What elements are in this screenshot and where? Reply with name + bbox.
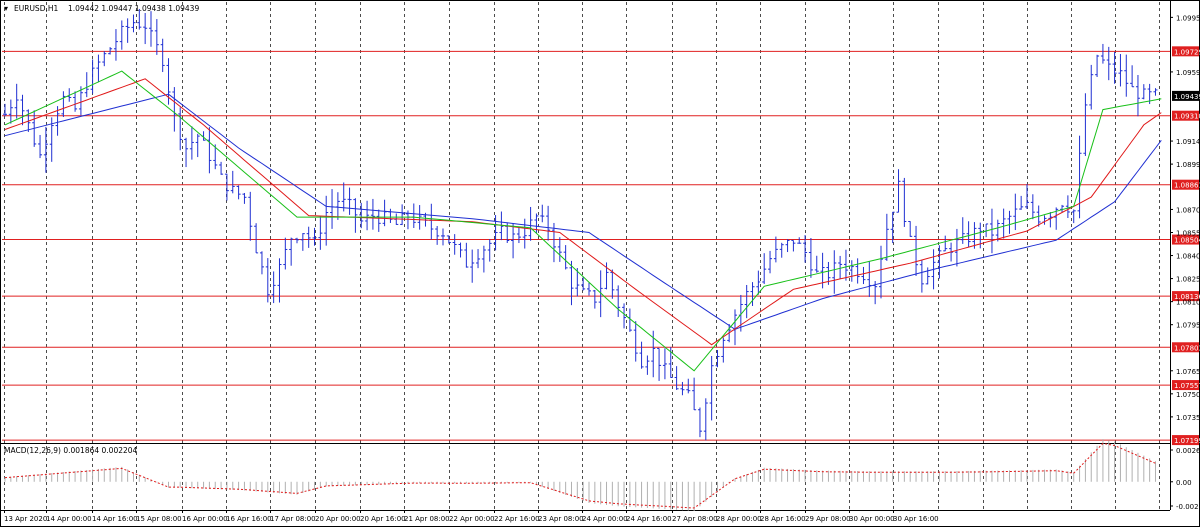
y-tick-label: 1.08995 — [1176, 161, 1200, 169]
y-tick-label: 1.08250 — [1176, 276, 1200, 284]
chart-frame — [0, 0, 1200, 527]
x-tick-label: 16 Apr 16:00 — [226, 515, 272, 523]
symbol-label: EURUSD,H1 — [14, 4, 58, 13]
level-price-label: 1.07199 — [1174, 437, 1200, 445]
y-tick-label: 1.08700 — [1176, 206, 1200, 214]
macd-tick-label: 0.00 — [1176, 479, 1192, 487]
ohlc-quotes: 1.09442 1.09447 1.09438 1.09439 — [68, 4, 199, 13]
chart-header-arrow-icon[interactable]: ▾ — [4, 4, 8, 13]
x-tick-label: 27 Apr 08:00 — [672, 515, 718, 523]
x-tick-label: 14 Apr 16:00 — [92, 515, 138, 523]
level-price-label: 1.08504 — [1174, 237, 1200, 245]
macd-tick-label: 0.002665 — [1176, 447, 1200, 455]
x-tick-label: 14 Apr 00:00 — [46, 515, 92, 523]
x-tick-label: 15 Apr 08:00 — [136, 515, 182, 523]
current-price-label: 1.09439 — [1174, 93, 1200, 101]
level-price-label: 1.09310 — [1174, 113, 1200, 121]
y-tick-label: 1.07350 — [1176, 414, 1200, 422]
x-tick-label: 29 Apr 08:00 — [805, 515, 851, 523]
x-tick-label: 22 Apr 00:00 — [449, 515, 495, 523]
x-tick-label: 17 Apr 08:00 — [270, 515, 316, 523]
x-tick-label: 21 Apr 08:00 — [404, 515, 450, 523]
x-tick-label: 13 Apr 2020 — [4, 515, 47, 523]
x-tick-label: 30 Apr 00:00 — [849, 515, 895, 523]
y-tick-label: 1.08400 — [1176, 253, 1200, 261]
x-tick-label: 22 Apr 16:00 — [494, 515, 540, 523]
x-tick-label: 23 Apr 08:00 — [538, 515, 584, 523]
level-price-label: 1.09729 — [1174, 48, 1200, 56]
y-tick-label: 1.08550 — [1176, 229, 1200, 237]
x-tick-label: 16 Apr 00:00 — [182, 515, 228, 523]
chart-window[interactable]: 1.097291.093101.088611.085041.081361.078… — [0, 0, 1200, 527]
level-price-label: 1.07557 — [1174, 382, 1200, 390]
y-tick-label: 1.09595 — [1176, 69, 1200, 77]
y-tick-label: 1.08100 — [1176, 299, 1200, 307]
x-tick-label: 28 Apr 16:00 — [760, 515, 806, 523]
x-tick-label: 28 Apr 00:00 — [716, 515, 762, 523]
y-tick-label: 1.07500 — [1176, 391, 1200, 399]
x-tick-label: 24 Apr 16:00 — [626, 515, 672, 523]
macd-label: MACD(12,26,9) 0.001864 0.002204 — [4, 446, 138, 455]
chart-canvas[interactable]: 1.097291.093101.088611.085041.081361.078… — [0, 0, 1200, 527]
y-tick-label: 1.09950 — [1176, 14, 1200, 22]
y-tick-label: 1.09145 — [1176, 138, 1200, 146]
y-tick-label: 1.07950 — [1176, 322, 1200, 330]
macd-tick-label: -0.002031 — [1176, 503, 1200, 511]
level-price-label: 1.07803 — [1174, 344, 1200, 352]
y-tick-label: 1.07650 — [1176, 368, 1200, 376]
x-tick-label: 20 Apr 16:00 — [360, 515, 406, 523]
x-tick-label: 24 Apr 00:00 — [582, 515, 628, 523]
x-tick-label: 20 Apr 00:00 — [315, 515, 361, 523]
level-price-label: 1.08861 — [1174, 182, 1200, 190]
x-tick-label: 30 Apr 16:00 — [893, 515, 939, 523]
